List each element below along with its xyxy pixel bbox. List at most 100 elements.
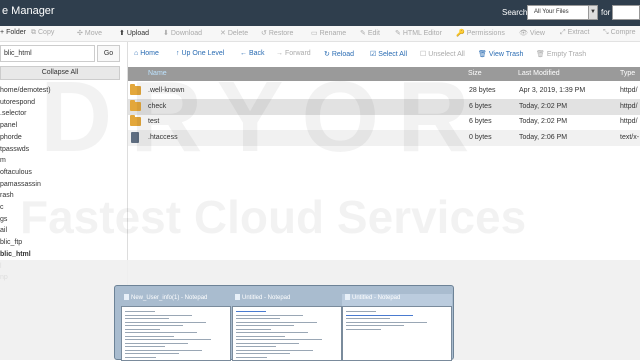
col-name[interactable]: Name [148, 70, 167, 77]
preview-text-line [125, 311, 155, 312]
tree-item[interactable]: rash [0, 192, 14, 199]
nav-label: Empty Trash [546, 51, 587, 58]
tree-item[interactable]: c [0, 204, 4, 211]
tree-item[interactable]: tpasswds [0, 146, 29, 153]
tree-item[interactable]: ail [0, 227, 7, 234]
empty-trash-icon: 🗑 [536, 51, 545, 58]
toolbar-restore-button[interactable]: ↺ Restore [261, 29, 293, 37]
table-row[interactable]: check 6 bytes Today, 2:02 PM httpd/ [128, 98, 640, 115]
home-icon: ⌂ [134, 50, 139, 57]
collapse-all-button[interactable]: Collapse All [0, 66, 120, 80]
preview-text-line [125, 335, 174, 337]
tree-item[interactable]: .selector [0, 110, 26, 117]
nav-label: Home [140, 50, 159, 57]
tree-item[interactable]: blic_ftp [0, 239, 22, 246]
nav-forward-button[interactable]: → Forward [276, 50, 311, 57]
nav-label: Reload [331, 51, 355, 58]
toolbar-permissions-button[interactable]: 🔑 Permissions [456, 29, 505, 37]
cell-type: text/x- [620, 133, 640, 141]
tree-item[interactable]: utorespond [0, 99, 35, 106]
cell-type: httpd/ [620, 87, 638, 94]
view-icon: 👁 [519, 30, 528, 37]
notepad-preview-thumbnail[interactable]: Untitled - Notepad [342, 294, 452, 361]
col-type[interactable]: Type [620, 70, 635, 77]
toolbar-compre-button[interactable]: ⤡ Compre [603, 29, 636, 37]
table-header: Name Size Last Modified Type [128, 67, 640, 81]
cell-modified: Today, 2:02 PM [519, 102, 568, 110]
nav-view-trash-button[interactable]: 🗑 View Trash [478, 50, 523, 58]
preview-text-line [236, 325, 294, 326]
tree-item[interactable]: m [0, 157, 6, 164]
nav-home-button[interactable]: ⌂ Home [134, 50, 159, 57]
notepad-preview-thumbnail[interactable]: New_User_info(1) - Notepad [121, 294, 231, 361]
col-size[interactable]: Size [468, 70, 482, 77]
cell-name: .htaccess [148, 133, 178, 141]
toolbar-rename-button[interactable]: ▭ Rename [311, 29, 346, 37]
toolbar-label: Upload [126, 30, 150, 37]
for-label: for [601, 8, 611, 17]
search-input[interactable] [612, 5, 640, 20]
preview-title: Untitled - Notepad [235, 294, 290, 301]
notepad-preview-thumbnail[interactable]: Untitled - Notepad [232, 294, 342, 361]
tree-item[interactable]: gs [0, 216, 7, 223]
preview-text-line [125, 328, 160, 330]
preview-text-line [236, 339, 322, 340]
nav-up-one-level-button[interactable]: ↑ Up One Level [176, 50, 224, 57]
tree-item[interactable]: home/demotest) [0, 87, 51, 94]
tree-item[interactable]: blic_html [0, 251, 31, 258]
table-row[interactable]: .htaccess 0 bytes Today, 2:06 PM text/x- [128, 129, 640, 146]
toolbar-label: Extract [567, 29, 590, 36]
preview-text-line [125, 314, 192, 316]
preview-text-line [125, 353, 179, 354]
tree-item[interactable]: oftaculous [0, 169, 32, 176]
forward-icon: → [276, 50, 283, 57]
toolbar-view-button[interactable]: 👁 View [519, 29, 545, 37]
preview-title: New_User_info(1) - Notepad [124, 294, 207, 301]
preview-text-line [236, 356, 267, 358]
preview-text-line [236, 318, 280, 319]
preview-text-line [346, 321, 427, 323]
toolbar-copy-button[interactable]: ⧉ Copy [31, 29, 54, 37]
search-label: Search [502, 8, 528, 17]
cell-modified: Apr 3, 2019, 1:39 PM [519, 87, 586, 94]
preview-title: Untitled - Notepad [345, 294, 400, 301]
nav-empty-trash-button[interactable]: 🗑 Empty Trash [536, 50, 586, 58]
top-header: e Manager Search All Your Files ▼ for [0, 0, 640, 26]
col-modified[interactable]: Last Modified [518, 70, 560, 77]
table-row[interactable]: test 6 bytes Today, 2:02 PM httpd/ [128, 114, 640, 130]
preview-text-line [125, 339, 211, 340]
view-trash-icon: 🗑 [478, 51, 487, 58]
toolbar-upload-button[interactable]: ⬆ Upload [119, 29, 149, 37]
preview-text-line [346, 318, 390, 319]
toolbar-move-button[interactable]: ✣ Move [77, 29, 102, 37]
preview-content [342, 306, 452, 361]
nav-back-button[interactable]: ← Back [240, 50, 265, 57]
nav-reload-button[interactable]: ↻ Reload [324, 50, 354, 58]
folder-icon [130, 99, 141, 111]
toolbar-label: HTML Editor [402, 30, 442, 37]
preview-content [232, 306, 342, 361]
toolbar-delete-button[interactable]: ✕ Delete [220, 29, 248, 37]
notepad-icon [345, 294, 350, 300]
toolbar-download-button[interactable]: ⬇ Download [163, 29, 202, 37]
tree-item[interactable]: pamassassin [0, 181, 41, 188]
table-row[interactable]: .well-known 28 bytes Apr 3, 2019, 1:39 PM h… [128, 83, 640, 99]
preview-text-line [236, 321, 317, 323]
toolbar-edit-button[interactable]: ✎ Edit [360, 29, 380, 37]
toolbar-html-editor-button[interactable]: ✎ HTML Editor [395, 29, 442, 37]
folder-icon [130, 84, 141, 95]
upload-icon: ⬆ [119, 30, 125, 37]
go-button[interactable]: Go [97, 45, 120, 62]
tree-item[interactable]: phorde [0, 134, 22, 141]
path-input[interactable]: blic_html [0, 45, 95, 62]
nav-unselect-all-button[interactable]: ☐ Unselect All [420, 50, 465, 58]
notepad-icon [235, 294, 240, 300]
cell-name: .well-known [148, 87, 185, 94]
cell-name: test [148, 118, 160, 125]
tree-item[interactable]: panel [0, 122, 17, 129]
toolbar-folder-button[interactable]: + Folder [0, 29, 26, 36]
nav-select-all-button[interactable]: ☑ Select All [370, 50, 407, 58]
search-scope-select[interactable]: All Your Files ▼ [527, 5, 598, 20]
chevron-down-icon[interactable]: ▼ [588, 6, 597, 19]
toolbar-extract-button[interactable]: ⤢ Extract [560, 29, 589, 37]
